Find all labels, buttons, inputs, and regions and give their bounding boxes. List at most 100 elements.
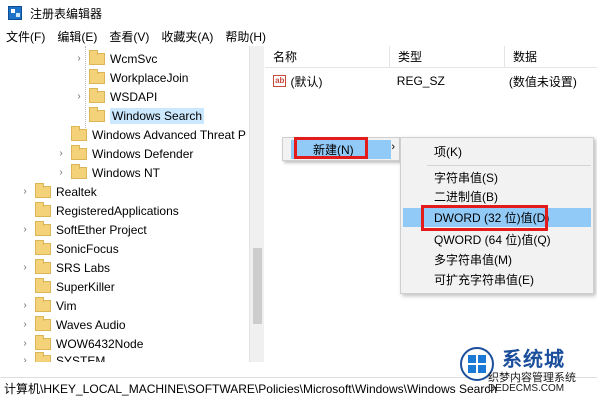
folder-icon	[35, 334, 51, 350]
folder-icon	[35, 315, 51, 331]
expand-chevron-icon[interactable]: ›	[20, 300, 30, 311]
folder-icon	[35, 220, 51, 236]
folder-icon	[35, 277, 51, 293]
tree-node-label: SuperKiller	[56, 279, 115, 294]
tree-node[interactable]: SonicFocus	[20, 239, 119, 258]
menu-item-label: 项(K)	[434, 145, 462, 159]
expand-chevron-icon[interactable]: ›	[56, 148, 66, 159]
tree-node-label: Windows Defender	[92, 146, 194, 161]
regedit-app-icon	[8, 6, 22, 20]
menu-item-string-value[interactable]: 字符串值(S)	[403, 168, 591, 187]
tree-node[interactable]: › Windows Defender	[56, 144, 193, 163]
expand-chevron-icon[interactable]: ›	[56, 167, 66, 178]
tree-node-label: Windows Search	[110, 107, 205, 124]
tree-node-label: WOW6432Node	[56, 336, 144, 351]
tree-node-label: WorkplaceJoin	[110, 70, 189, 85]
menu-item-expandable-string-value[interactable]: 可扩充字符串值(E)	[403, 270, 591, 289]
expand-chevron-icon[interactable]: ›	[20, 319, 30, 330]
menu-item-qword-value[interactable]: QWORD (64 位)值(Q)	[403, 230, 591, 249]
tree-node-label: RegisteredApplications	[56, 203, 179, 218]
menu-item-binary-value[interactable]: 二进制值(B)	[403, 187, 591, 206]
expand-chevron-icon[interactable]: ›	[20, 338, 30, 349]
value-name: (默认)	[290, 74, 323, 89]
tree-node-label: SonicFocus	[56, 241, 119, 256]
tree-node[interactable]: SuperKiller	[20, 277, 115, 296]
tree-node[interactable]: › WcmSvc	[74, 49, 157, 68]
folder-icon	[35, 258, 51, 274]
table-row[interactable]: ab (默认) REG_SZ (数值未设置)	[265, 71, 597, 91]
scrollbar-thumb[interactable]	[253, 248, 262, 324]
tree-node-label: WSDAPI	[110, 89, 158, 104]
folder-icon	[35, 201, 51, 217]
expand-chevron-icon[interactable]: ›	[20, 224, 30, 235]
folder-icon	[71, 125, 87, 141]
menu-item-label: 新建(N)	[313, 143, 354, 157]
menu-separator	[427, 165, 591, 166]
list-header: 名称 类型 数据	[265, 46, 597, 68]
menu-view[interactable]: 查看(V)	[103, 27, 155, 47]
column-header-name[interactable]: 名称	[265, 46, 390, 67]
tree-node[interactable]: › SRS Labs	[20, 258, 110, 277]
tree-node-label: SYSTEM	[56, 353, 106, 363]
registry-tree[interactable]: › WcmSvc WorkplaceJoin › WSDAPI Windows …	[0, 46, 264, 362]
expand-chevron-icon[interactable]: ›	[20, 355, 30, 362]
tree-node-label: Windows Advanced Threat P	[92, 127, 246, 142]
column-header-type[interactable]: 类型	[390, 46, 505, 67]
tree-node[interactable]: Windows Advanced Threat P	[56, 125, 246, 144]
menu-item-label: 多字符串值(M)	[434, 253, 512, 267]
expand-chevron-icon[interactable]: ›	[20, 186, 30, 197]
folder-icon	[89, 106, 105, 122]
folder-icon	[89, 87, 105, 103]
folder-icon	[71, 144, 87, 160]
tree-node[interactable]: › SoftEther Project	[20, 220, 147, 239]
menu-file[interactable]: 文件(F)	[0, 27, 51, 47]
tree-node[interactable]: RegisteredApplications	[20, 201, 179, 220]
menu-bar: 文件(F) 编辑(E) 查看(V) 收藏夹(A) 帮助(H)	[0, 27, 597, 47]
expand-chevron-icon[interactable]: ›	[74, 53, 84, 64]
tree-node-selected[interactable]: Windows Search	[74, 106, 205, 125]
tree-node-label: SoftEther Project	[56, 222, 147, 237]
context-menu: 新建(N) ›	[282, 137, 400, 161]
column-header-data[interactable]: 数据	[505, 46, 597, 67]
menu-help[interactable]: 帮助(H)	[219, 27, 272, 47]
title-bar: 注册表编辑器	[0, 0, 597, 26]
menu-item-multi-string-value[interactable]: 多字符串值(M)	[403, 250, 591, 269]
folder-icon	[89, 49, 105, 65]
tree-node-label: WcmSvc	[110, 51, 158, 66]
tree-node-label: SRS Labs	[56, 260, 111, 275]
menu-favorites[interactable]: 收藏夹(A)	[155, 27, 219, 47]
tree-scrollbar[interactable]	[249, 46, 264, 362]
tree-node[interactable]: › Vim	[20, 296, 76, 315]
menu-edit[interactable]: 编辑(E)	[51, 27, 103, 47]
menu-item-label: 字符串值(S)	[434, 171, 498, 185]
tree-node-label: Vim	[56, 298, 77, 313]
tree-node-label: Waves Audio	[56, 317, 126, 332]
menu-item-dword-value[interactable]: DWORD (32 位)值(D)	[403, 208, 591, 227]
value-type: REG_SZ	[396, 74, 445, 88]
value-data: (数值未设置)	[508, 74, 577, 89]
expand-chevron-icon[interactable]: ›	[20, 262, 30, 273]
folder-icon	[35, 351, 51, 362]
tree-node[interactable]: › Waves Audio	[20, 315, 126, 334]
tree-node[interactable]: › Windows NT	[56, 163, 160, 182]
watermark: 系统城 织梦内容管理系统 DEDECMS.COM	[450, 341, 597, 401]
menu-item-new[interactable]: 新建(N)	[291, 140, 391, 159]
tree-node[interactable]: › Realtek	[20, 182, 97, 201]
menu-item-label: DWORD (32 位)值(D)	[434, 211, 550, 225]
menu-item-label: 可扩充字符串值(E)	[434, 273, 534, 287]
folder-icon	[89, 68, 105, 84]
window-title: 注册表编辑器	[30, 6, 103, 21]
tree-node[interactable]: › WSDAPI	[74, 87, 157, 106]
watermark-line: DEDECMS.COM	[488, 383, 565, 394]
tree-node[interactable]: › SYSTEM	[20, 351, 105, 362]
folder-icon	[35, 182, 51, 198]
watermark-brand: 系统城	[502, 349, 565, 371]
tree-node-label: Realtek	[56, 184, 97, 199]
submenu-new: 项(K) 字符串值(S) 二进制值(B) DWORD (32 位)值(D) QW…	[400, 137, 594, 294]
tree-node[interactable]: WorkplaceJoin	[74, 68, 188, 87]
menu-item-label: QWORD (64 位)值(Q)	[434, 233, 551, 247]
expand-chevron-icon[interactable]: ›	[74, 91, 84, 102]
folder-icon	[71, 163, 87, 179]
menu-item-label: 二进制值(B)	[434, 190, 498, 204]
menu-item-key[interactable]: 项(K)	[403, 142, 591, 161]
